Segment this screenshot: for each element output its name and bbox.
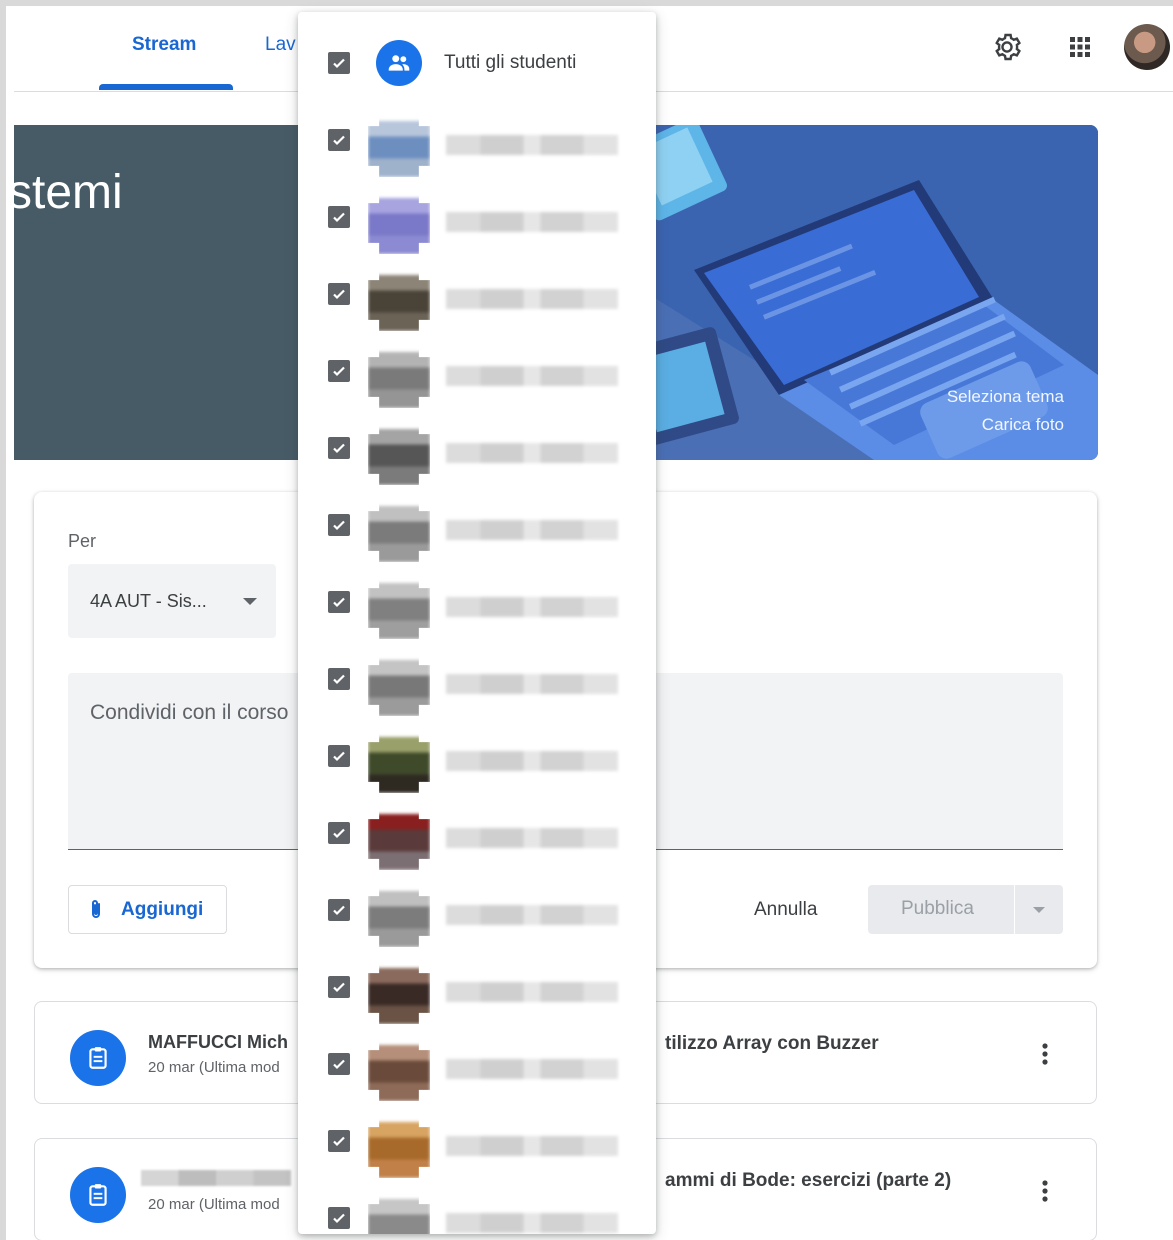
dropdown-item-all-students[interactable]: Tutti gli studenti xyxy=(298,12,656,89)
class-select[interactable]: 4A AUT - Sis... xyxy=(68,564,276,638)
student-name-redacted xyxy=(446,1213,618,1233)
checkbox-student[interactable] xyxy=(328,283,350,305)
student-name-redacted xyxy=(446,1136,618,1156)
dropdown-item-student[interactable] xyxy=(298,782,656,870)
checkbox-student[interactable] xyxy=(328,1207,350,1229)
dropdown-item-student[interactable] xyxy=(298,628,656,716)
checkbox-student[interactable] xyxy=(328,437,350,459)
post-title: tilizzo Array con Buzzer xyxy=(665,1033,879,1054)
tab-stream[interactable]: Stream xyxy=(132,34,196,56)
student-name-redacted xyxy=(446,674,618,694)
student-name-redacted xyxy=(446,982,618,1002)
apps-grid-icon[interactable] xyxy=(1063,30,1097,64)
tab-classwork[interactable]: Lav xyxy=(265,34,296,56)
checkbox-student[interactable] xyxy=(328,591,350,613)
assignment-icon xyxy=(70,1167,126,1223)
checkbox-student[interactable] xyxy=(328,745,350,767)
cancel-button[interactable]: Annulla xyxy=(740,885,838,934)
dropdown-item-student[interactable] xyxy=(298,859,656,947)
dropdown-item-student[interactable] xyxy=(298,1013,656,1101)
dropdown-item-student[interactable] xyxy=(298,551,656,639)
publish-button[interactable]: Pubblica xyxy=(868,885,1014,934)
class-title: stemi xyxy=(14,166,123,219)
checkbox-student[interactable] xyxy=(328,668,350,690)
dropdown-item-student[interactable] xyxy=(298,936,656,1024)
checkbox-all-students[interactable] xyxy=(328,52,350,74)
share-placeholder: Condividi con il corso xyxy=(90,701,289,724)
all-students-label: Tutti gli studenti xyxy=(444,52,577,73)
dropdown-item-student[interactable] xyxy=(298,397,656,485)
student-name-redacted xyxy=(446,520,618,540)
tab-active-indicator xyxy=(99,84,233,90)
student-name-redacted xyxy=(446,828,618,848)
dropdown-item-student[interactable] xyxy=(298,166,656,254)
post-author: MAFFUCCI Mich xyxy=(148,1032,288,1052)
student-name-redacted xyxy=(446,135,618,155)
checkbox-student[interactable] xyxy=(328,822,350,844)
dropdown-item-student[interactable] xyxy=(298,474,656,562)
post-author-redacted xyxy=(141,1170,291,1186)
dropdown-item-student[interactable] xyxy=(298,243,656,331)
dropdown-item-student[interactable] xyxy=(298,89,656,177)
cancel-label: Annulla xyxy=(754,899,818,920)
student-name-redacted xyxy=(446,366,618,386)
assignment-icon xyxy=(70,1030,126,1086)
checkbox-student[interactable] xyxy=(328,206,350,228)
paperclip-icon xyxy=(89,899,103,926)
select-theme-link[interactable]: Seleziona tema xyxy=(947,387,1064,407)
student-avatar xyxy=(368,1193,430,1234)
people-icon xyxy=(376,40,422,86)
more-vert-icon[interactable] xyxy=(1035,1175,1055,1207)
student-name-redacted xyxy=(446,289,618,309)
checkbox-student[interactable] xyxy=(328,899,350,921)
post-title: ammi di Bode: esercizi (parte 2) xyxy=(665,1170,952,1191)
student-name-redacted xyxy=(446,751,618,771)
checkbox-student[interactable] xyxy=(328,514,350,536)
checkbox-student[interactable] xyxy=(328,1053,350,1075)
post-date: 20 mar (Ultima mod xyxy=(148,1196,280,1213)
checkbox-student[interactable] xyxy=(328,976,350,998)
gear-icon[interactable] xyxy=(990,30,1024,64)
post-date: 20 mar (Ultima mod xyxy=(148,1059,280,1076)
upload-photo-link[interactable]: Carica foto xyxy=(982,415,1064,435)
checkbox-student[interactable] xyxy=(328,1130,350,1152)
dropdown-item-student[interactable] xyxy=(298,705,656,793)
dropdown-item-student[interactable] xyxy=(298,1167,656,1234)
account-avatar[interactable] xyxy=(1124,24,1170,70)
caret-down-icon xyxy=(1033,907,1045,913)
caret-down-icon xyxy=(243,598,257,605)
publish-label: Pubblica xyxy=(901,898,974,919)
add-attachment-label: Aggiungi xyxy=(121,899,204,920)
student-name-redacted xyxy=(446,597,618,617)
add-attachment-button[interactable]: Aggiungi xyxy=(68,885,227,934)
student-name-redacted xyxy=(446,443,618,463)
for-label: Per xyxy=(68,531,97,551)
class-select-value: 4A AUT - Sis... xyxy=(90,591,207,611)
checkbox-student[interactable] xyxy=(328,129,350,151)
dropdown-item-student[interactable] xyxy=(298,1090,656,1178)
student-select-dropdown: Tutti gli studenti xyxy=(298,12,656,1234)
student-name-redacted xyxy=(446,1059,618,1079)
publish-options-button[interactable] xyxy=(1015,885,1063,934)
student-name-redacted xyxy=(446,905,618,925)
more-vert-icon[interactable] xyxy=(1035,1038,1055,1070)
checkbox-student[interactable] xyxy=(328,360,350,382)
dropdown-item-student[interactable] xyxy=(298,320,656,408)
student-name-redacted xyxy=(446,212,618,232)
